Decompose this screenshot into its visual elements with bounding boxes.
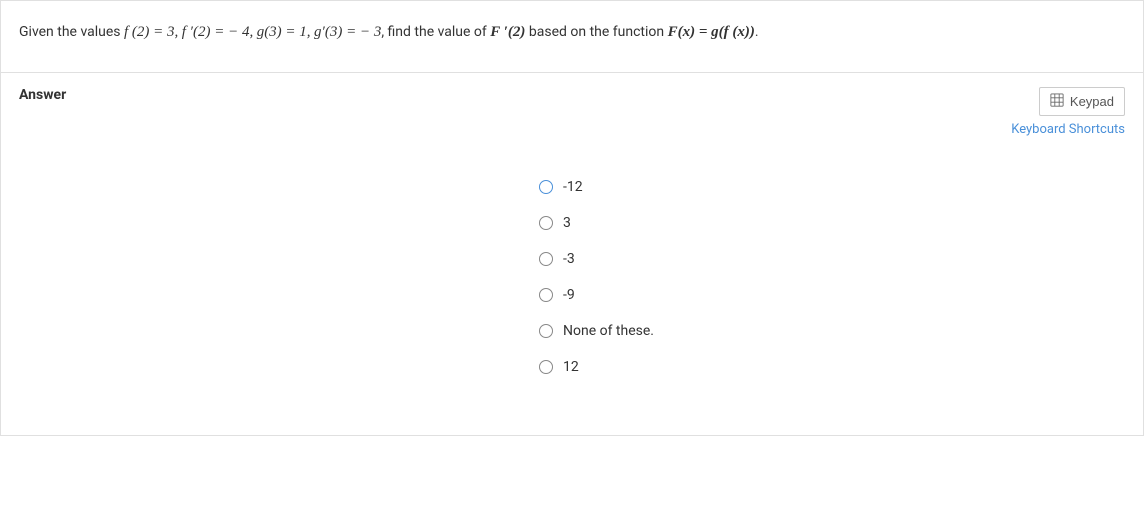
option-label: 3 [563,215,571,231]
answer-header: Answer Keypad Keyboard Shortcuts [19,87,1125,137]
radio-input[interactable] [539,216,553,230]
option-row[interactable]: 3 [539,215,1125,231]
option-label: -12 [563,179,583,195]
math-gp3: g′(3) = − 3 [314,24,381,40]
radio-input[interactable] [539,360,553,374]
option-row[interactable]: -3 [539,251,1125,267]
option-row[interactable]: None of these. [539,323,1125,339]
radio-input[interactable] [539,252,553,266]
question-middle2: based on the function [529,24,664,40]
math-Fp2: F ′(2) [490,24,525,40]
option-row[interactable]: -9 [539,287,1125,303]
keypad-label: Keypad [1070,94,1114,109]
option-row[interactable]: 12 [539,359,1125,375]
question-prefix: Given the values [19,24,121,40]
right-controls: Keypad Keyboard Shortcuts [1011,87,1125,137]
math-g3: g(3) = 1, [257,24,311,40]
answer-panel: Answer Keypad Keyboard Shortcuts [0,73,1144,436]
radio-input[interactable] [539,180,553,194]
keypad-button[interactable]: Keypad [1039,87,1125,116]
option-row[interactable]: -12 [539,179,1125,195]
option-label: 12 [563,359,579,375]
answer-label: Answer [19,87,66,103]
keyboard-shortcuts-link[interactable]: Keyboard Shortcuts [1011,122,1125,137]
math-fp2: f ′(2) = − 4, [182,24,253,40]
question-suffix: . [755,24,759,40]
math-f2: f (2) = 3, [124,24,178,40]
keypad-icon [1050,93,1064,110]
option-label: -3 [563,251,575,267]
radio-input[interactable] [539,288,553,302]
options-container: -12 3 -3 -9 None of these. 12 [539,179,1125,375]
question-text: Given the values f (2) = 3, f ′(2) = − 4… [19,21,1125,44]
option-label: -9 [563,287,575,303]
option-label: None of these. [563,323,654,339]
question-panel: Given the values f (2) = 3, f ′(2) = − 4… [0,0,1144,73]
radio-input[interactable] [539,324,553,338]
question-middle: , find the value of [381,24,486,40]
math-Fx: F(x) = g(f (x)) [668,24,755,40]
